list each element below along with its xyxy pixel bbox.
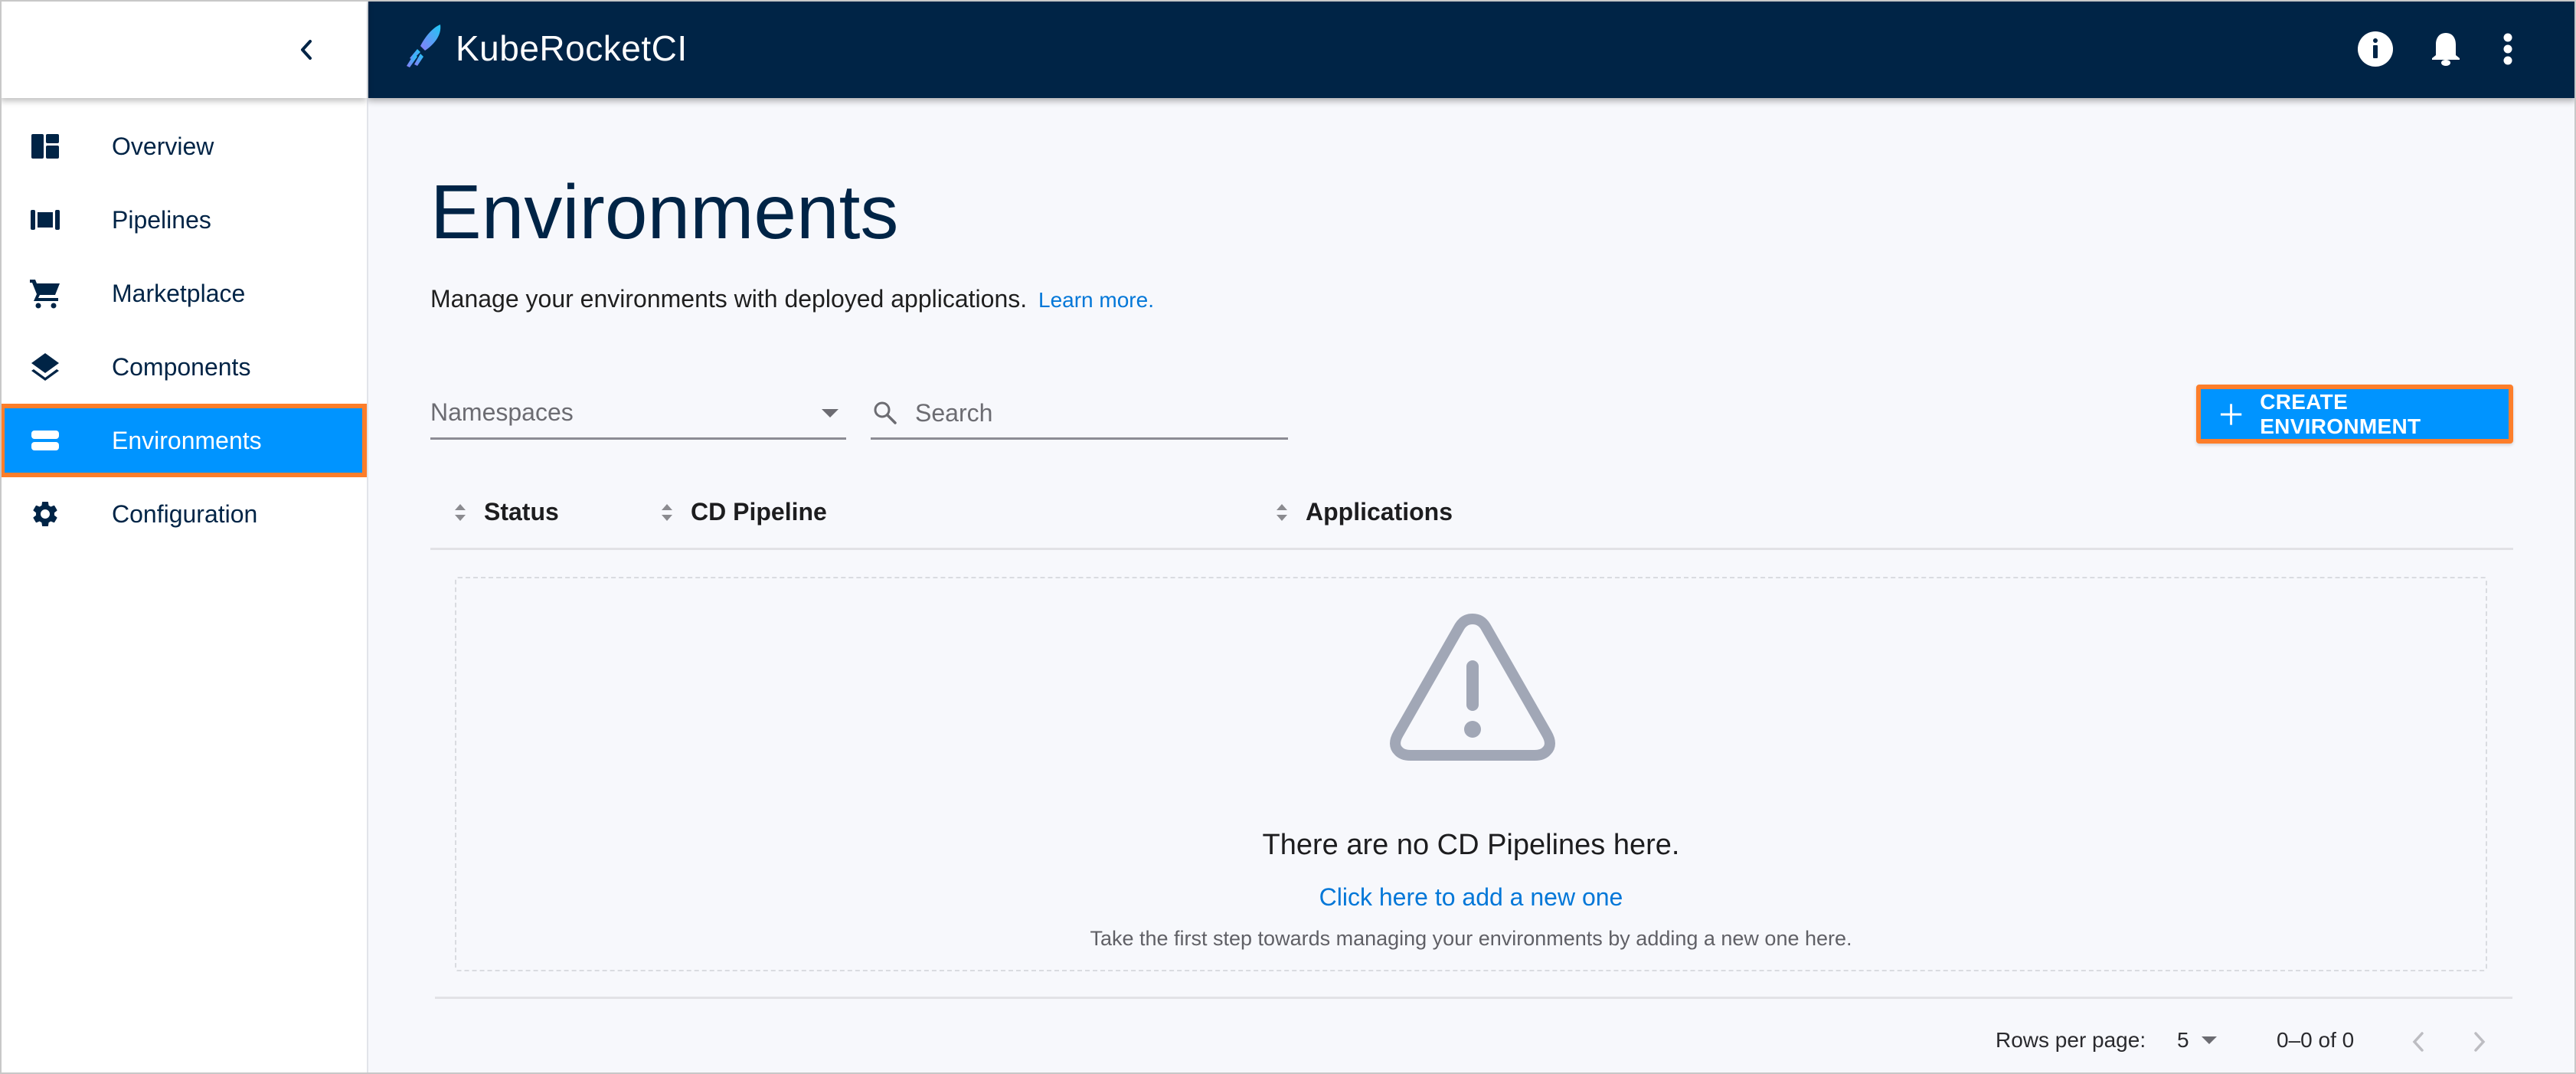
sidebar-item-label: Components: [112, 352, 251, 381]
info-icon: [2358, 31, 2393, 67]
cart-icon: [28, 276, 63, 311]
learn-more-link[interactable]: Learn more.: [1038, 288, 1154, 312]
sidebar-item-environments[interactable]: Environments: [0, 404, 367, 477]
rows-per-page-value: 5: [2177, 1028, 2189, 1052]
search-input[interactable]: [915, 394, 1275, 432]
chevron-left-icon: [2412, 1032, 2424, 1052]
create-environment-label: CREATE ENVIRONMENT: [2260, 389, 2421, 438]
namespaces-select[interactable]: Namespaces: [430, 389, 846, 440]
sidebar-item-label: Pipelines: [112, 205, 211, 234]
dashboard-icon: [28, 129, 63, 164]
sidebar-item-label: Overview: [112, 132, 214, 160]
column-header-cd-pipeline[interactable]: CD Pipeline: [660, 498, 827, 526]
sort-icon: [1275, 503, 1289, 521]
page-title: Environments: [430, 169, 899, 255]
warning-icon: [1390, 614, 1555, 761]
caret-down-icon: [2201, 1036, 2217, 1044]
sidebar-item-marketplace[interactable]: Marketplace: [0, 257, 367, 330]
sidebar-nav: Overview Pipelines Marketplace Component…: [0, 110, 367, 551]
namespaces-placeholder: Namespaces: [430, 398, 574, 426]
chevron-right-icon: [2474, 1032, 2486, 1052]
next-page-button[interactable]: [2464, 1027, 2495, 1057]
subtitle-text: Manage your environments with deployed a…: [430, 285, 1028, 313]
pipelines-icon: [28, 202, 63, 237]
column-label: Applications: [1306, 498, 1453, 526]
sort-icon: [660, 503, 674, 521]
chevron-left-icon: [301, 40, 312, 60]
empty-state-description: Take the first step towards managing you…: [1090, 927, 1852, 950]
sidebar-top: [0, 0, 367, 98]
collapse-sidebar-button[interactable]: [287, 31, 325, 69]
column-label: CD Pipeline: [691, 498, 827, 526]
sidebar-item-components[interactable]: Components: [0, 330, 367, 404]
table-footer-divider: [435, 997, 2512, 999]
column-header-applications[interactable]: Applications: [1275, 498, 1453, 526]
search-field: [871, 389, 1288, 440]
empty-state: There are no CD Pipelines here. Click he…: [455, 577, 2487, 971]
empty-state-title: There are no CD Pipelines here.: [1262, 829, 1680, 861]
page-subtitle: Manage your environments with deployed a…: [430, 285, 1154, 313]
gear-icon: [28, 496, 63, 532]
column-header-status[interactable]: Status: [453, 498, 559, 526]
previous-page-button[interactable]: [2403, 1027, 2434, 1057]
notifications-button[interactable]: [2426, 29, 2466, 69]
rocket-logo-icon: [404, 23, 445, 73]
sidebar-item-pipelines[interactable]: Pipelines: [0, 183, 367, 257]
create-environment-button[interactable]: CREATE ENVIRONMENT: [2196, 385, 2513, 444]
more-menu-button[interactable]: [2488, 29, 2528, 69]
add-new-link[interactable]: Click here to add a new one: [456, 883, 2486, 912]
main-content: Environments Manage your environments wi…: [368, 98, 2576, 1074]
sidebar-item-overview[interactable]: Overview: [0, 110, 367, 183]
search-icon: [872, 400, 898, 430]
rows-per-page-label: Rows per page:: [1996, 1028, 2146, 1052]
sidebar: Overview Pipelines Marketplace Component…: [0, 0, 368, 1074]
rows-per-page-select[interactable]: 5: [2177, 1023, 2217, 1057]
info-button[interactable]: [2355, 29, 2395, 69]
plus-icon: [2220, 403, 2242, 425]
layers-icon: [28, 349, 63, 385]
sidebar-item-label: Marketplace: [112, 279, 246, 307]
sort-icon: [453, 503, 467, 521]
sidebar-item-configuration[interactable]: Configuration: [0, 477, 367, 551]
environments-icon: [28, 423, 63, 458]
table-header: Status CD Pipeline Applications: [430, 473, 2513, 550]
brand[interactable]: KubeRocketCI: [404, 23, 688, 73]
top-app-bar: KubeRocketCI: [368, 0, 2576, 98]
sidebar-item-label: Environments: [112, 426, 262, 454]
caret-down-icon: [822, 409, 839, 417]
column-label: Status: [484, 498, 559, 526]
more-vertical-icon: [2503, 33, 2512, 65]
bell-icon: [2432, 33, 2460, 66]
pagination-range: 0–0 of 0: [2277, 1028, 2355, 1052]
sidebar-item-label: Configuration: [112, 499, 258, 528]
brand-name: KubeRocketCI: [456, 28, 688, 68]
